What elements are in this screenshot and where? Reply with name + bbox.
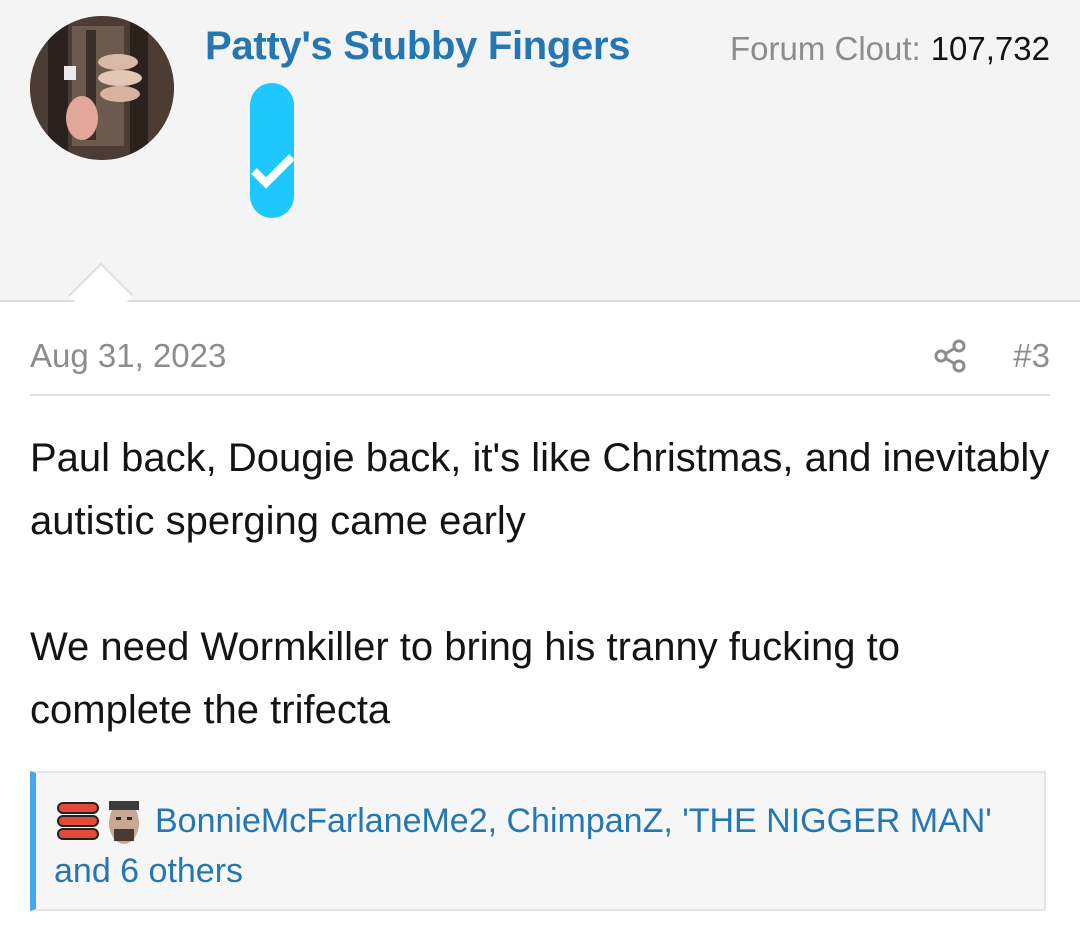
reaction-users-link[interactable]: BonnieMcFarlaneMe2, ChimpanZ, 'THE NIGGE… [155,802,992,840]
post-paragraph: Paul back, Dougie back, it's like Christ… [30,436,1050,543]
clout-label: Forum Clout: [729,30,921,67]
forum-clout: Forum Clout: 107,732 [730,30,1050,68]
post-number-link[interactable]: #3 [1013,337,1050,375]
post-date[interactable]: Aug 31, 2023 [30,337,226,375]
post-paragraph: We need Wormkiller to bring his tranny f… [30,625,901,732]
clout-value: 107,732 [930,30,1050,67]
reactions-bar: BonnieMcFarlaneMe2, ChimpanZ, 'THE NIGGE… [30,771,1046,911]
username-link[interactable]: Patty's Stubby Fingers [205,24,631,69]
post-body: Paul back, Dougie back, it's like Christ… [30,427,1050,742]
reaction-list: BonnieMcFarlaneMe2, ChimpanZ, 'THE NIGGE… [54,796,1024,896]
reaction-others-link[interactable]: and 6 others [54,852,243,890]
avatar[interactable] [30,16,174,160]
verified-badge-icon [250,83,295,218]
post-meta: Aug 31, 2023 #3 [30,332,1050,396]
user-header: Patty's Stubby Fingers Forum Clout: 107,7… [0,0,1080,302]
share-icon[interactable] [932,338,968,374]
